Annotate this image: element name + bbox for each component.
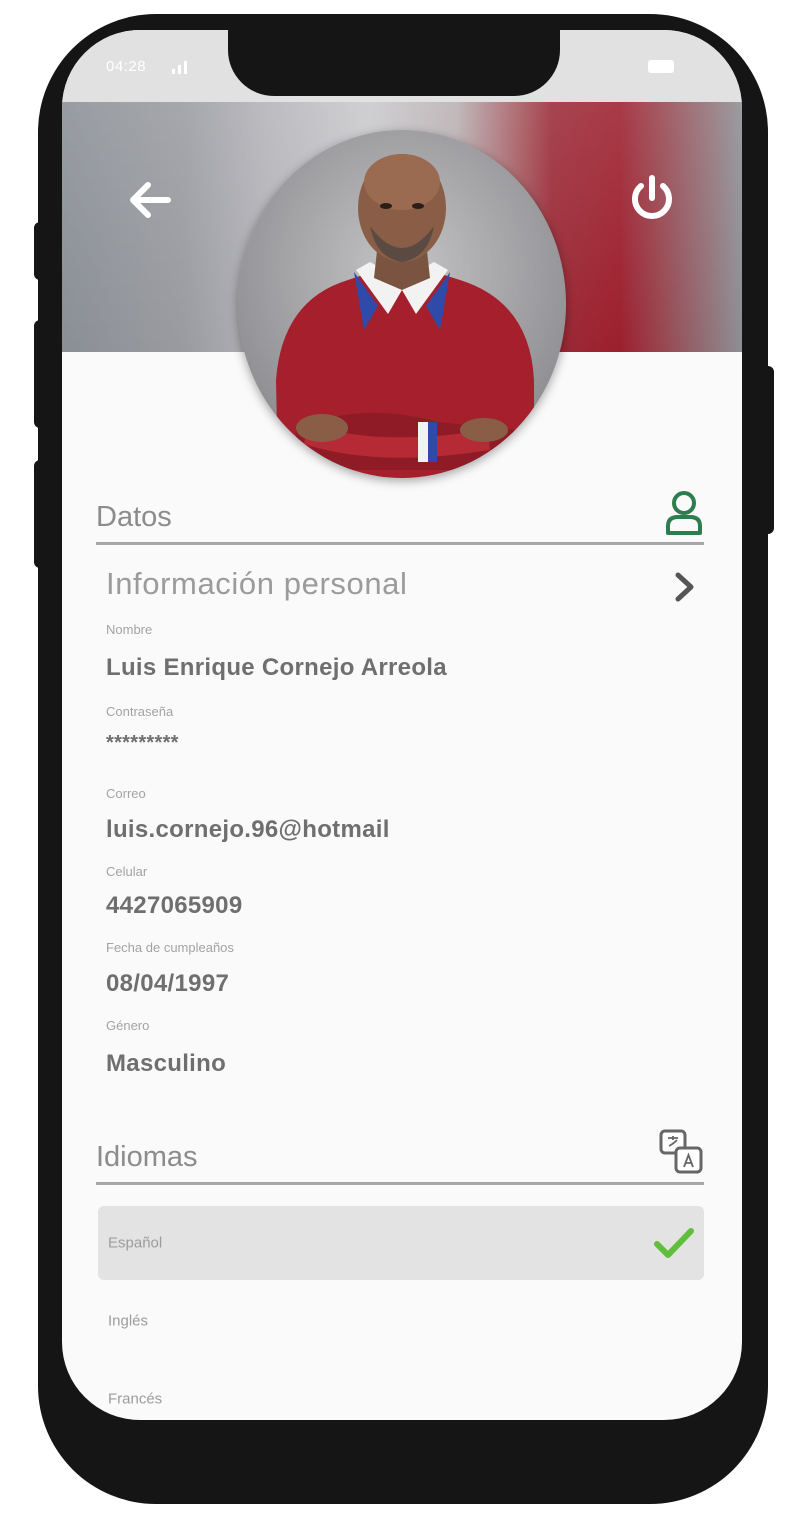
personal-info-expand-button[interactable]: [672, 570, 698, 604]
language-option-ingles[interactable]: Inglés: [98, 1284, 704, 1358]
language-label-ingles: Inglés: [108, 1312, 149, 1330]
phone-notch: [228, 30, 560, 96]
personal-info-title: Información personal: [106, 566, 408, 601]
logout-button[interactable]: [620, 166, 684, 230]
field-label-correo: Correo: [106, 786, 146, 801]
status-time: 04:28: [106, 58, 147, 75]
field-label-contrasena: Contraseña: [106, 704, 174, 719]
field-value-nombre: Luis Enrique Cornejo Arreola: [106, 654, 447, 681]
idiomas-section-header: Idiomas: [96, 1129, 704, 1185]
field-value-genero: Masculino: [106, 1050, 227, 1077]
language-label-frances: Francés: [108, 1390, 163, 1408]
arrow-left-icon: [130, 182, 171, 218]
field-label-celular: Celular: [106, 864, 148, 879]
field-value-cumpleanos: 08/04/1997: [106, 970, 230, 997]
back-button[interactable]: [120, 170, 180, 230]
field-value-contrasena: *********: [106, 732, 179, 754]
field-label-nombre: Nombre: [106, 622, 153, 637]
power-icon: [632, 175, 672, 219]
field-value-celular: 4427065909: [106, 892, 243, 919]
language-option-frances[interactable]: Francés: [98, 1362, 704, 1420]
idiomas-title: Idiomas: [96, 1141, 198, 1173]
avatar-photo: [238, 130, 566, 478]
chevron-right-icon: [675, 572, 694, 602]
field-label-genero: Género: [106, 1018, 150, 1033]
battery-icon: [648, 60, 674, 73]
profile-avatar[interactable]: [238, 130, 566, 478]
field-value-correo: luis.cornejo.96@hotmail: [106, 816, 390, 843]
datos-title: Datos: [96, 501, 172, 533]
field-label-cumpleanos: Fecha de cumpleaños: [106, 940, 234, 955]
person-icon: [666, 491, 702, 535]
language-icon: [659, 1129, 703, 1174]
check-icon: [654, 1228, 694, 1258]
datos-section-header: Datos: [96, 490, 704, 545]
language-option-espanol[interactable]: Español: [98, 1206, 704, 1280]
signal-icon: [172, 60, 187, 74]
app-screen: 04:28 Datos Información personal Nombre …: [62, 30, 742, 1420]
language-label-espanol: Español: [108, 1234, 163, 1252]
